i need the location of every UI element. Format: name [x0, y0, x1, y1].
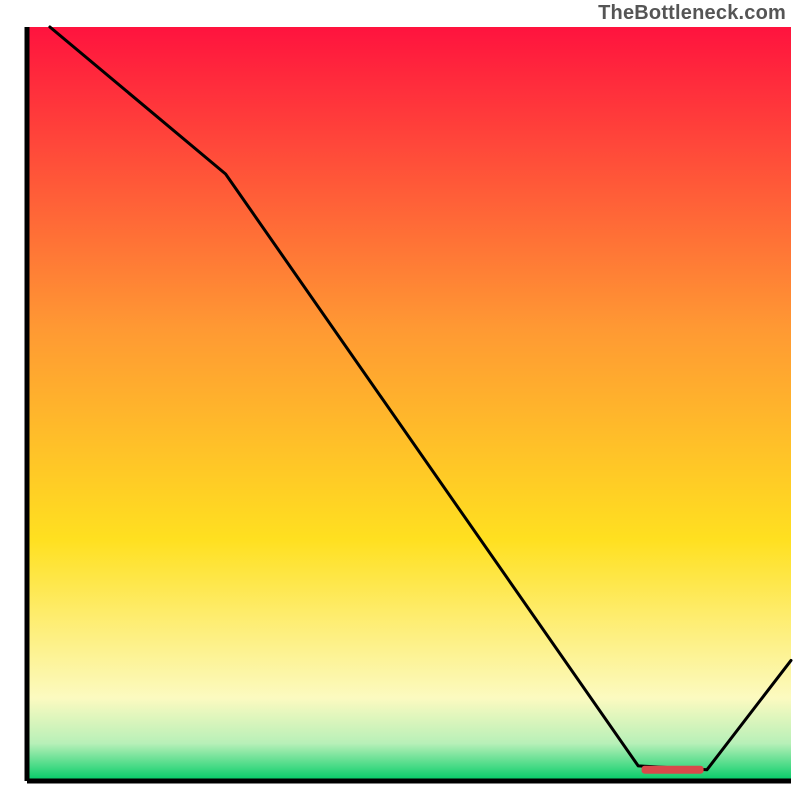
optimum-marker [642, 766, 704, 774]
chart-svg [0, 0, 800, 800]
chart-container: { "attribution": "TheBottleneck.com", "c… [0, 0, 800, 800]
plot-background [27, 27, 791, 781]
